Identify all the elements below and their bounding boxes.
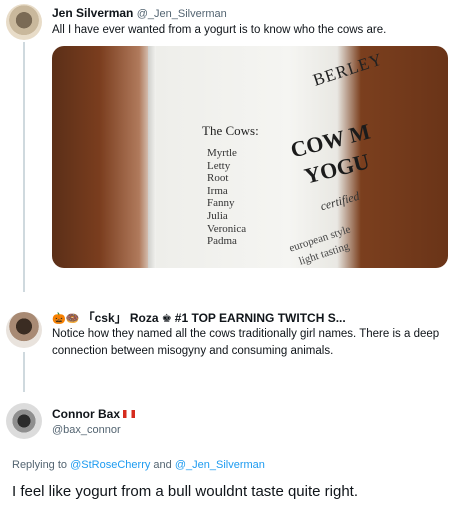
tweet-text: Notice how they named all the cows tradi… — [52, 328, 440, 357]
tweet-header: Jen Silverman @_Jen_Silverman — [52, 6, 227, 20]
replying-to-label: Replying to — [12, 459, 68, 471]
cow-name: Letty — [207, 159, 231, 172]
thread-connector-line — [23, 352, 25, 392]
photo-cows-title: The Cows: — [202, 123, 259, 138]
avatar[interactable] — [6, 4, 42, 40]
author-handle[interactable]: @_Jen_Silverman — [137, 8, 227, 20]
author-name-prefix[interactable]: 「csk」 — [83, 311, 127, 325]
author-name[interactable]: Jen Silverman — [52, 6, 133, 20]
cow-name: Fanny — [207, 197, 235, 210]
author-name[interactable]: Connor Bax — [52, 407, 120, 421]
author-handle[interactable]: @bax_connor — [52, 424, 121, 436]
cow-name: Myrtle — [207, 147, 237, 159]
tweet-header: 🎃🍩 「csk」 Roza ♚ #1 TOP EARNING TWITCH S.… — [52, 309, 346, 326]
author-name-suffix[interactable]: #1 TOP EARNING TWITCH S... — [175, 311, 346, 325]
mention-link[interactable]: @_Jen_Silverman — [175, 459, 265, 471]
canada-flag-icon — [123, 410, 136, 418]
replying-and: and — [153, 459, 172, 471]
mention-link[interactable]: @StRoseCherry — [70, 459, 150, 471]
cow-name: Root — [207, 172, 229, 185]
photo-brand-text: BERLEY — [310, 49, 386, 90]
tweet-photo[interactable]: BERLEY COW M YOGU The Cows: Myrtle Letty… — [52, 46, 448, 268]
thread-connector-line — [23, 42, 25, 292]
photo-certified-text: certified — [318, 188, 362, 214]
author-name-row: Connor Bax — [52, 407, 136, 421]
tweet-text: All I have ever wanted from a yogurt is … — [52, 24, 387, 36]
tweet-text: I feel like yogurt from a bull wouldnt t… — [12, 483, 359, 500]
avatar[interactable] — [6, 312, 42, 348]
cow-name: Irma — [207, 184, 228, 197]
cow-name: Padma — [207, 235, 237, 248]
avatar[interactable] — [6, 403, 42, 439]
author-name[interactable]: Roza — [130, 311, 159, 325]
bottle-edge — [148, 46, 156, 268]
crown-icon: ♚ — [161, 312, 172, 325]
cow-name: Julia — [207, 209, 228, 222]
cow-name: Veronica — [207, 222, 247, 235]
photo-cow-list: Myrtle Letty Root Irma Fanny Julia Veron… — [207, 147, 246, 248]
name-emoji: 🎃🍩 — [52, 312, 80, 325]
replying-to: Replying to @StRoseCherry and @_Jen_Silv… — [12, 459, 265, 471]
